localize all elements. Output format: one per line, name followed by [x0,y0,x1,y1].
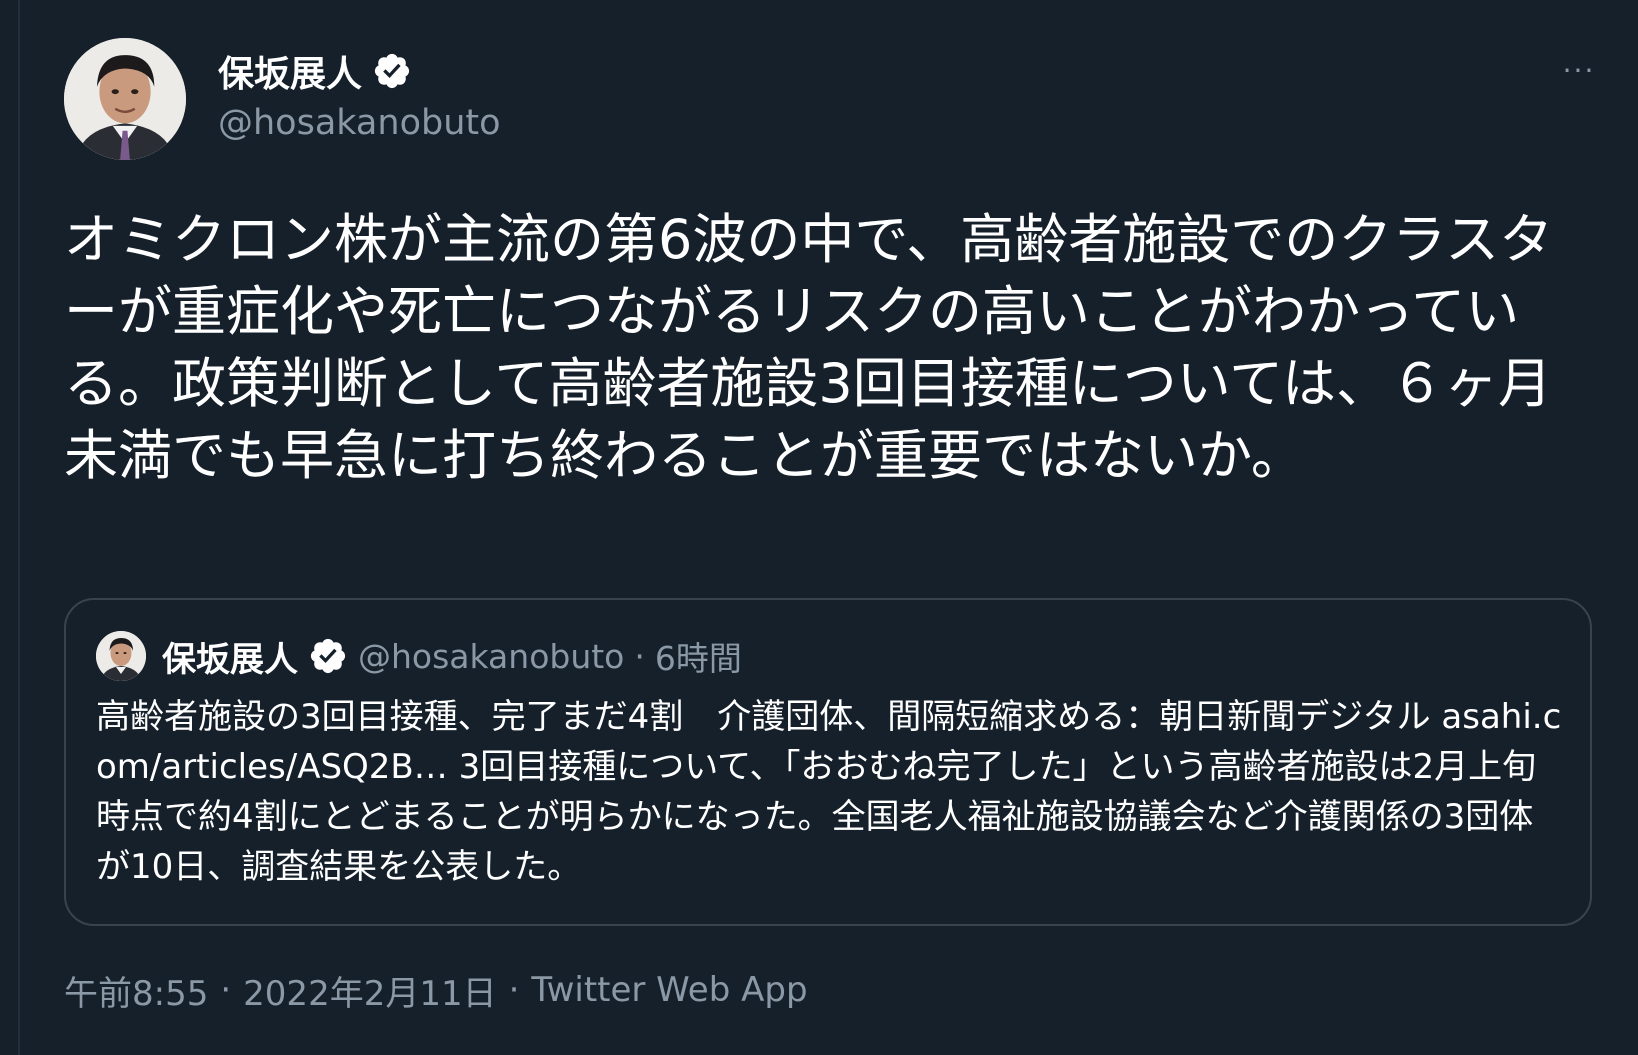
author-handle[interactable]: @hosakanobuto [218,98,501,148]
quoted-author-avatar [96,631,146,681]
more-horizontal-icon: ··· [1562,53,1596,87]
author-name-row: 保坂展人 [218,46,412,96]
timeline-left-border [18,0,20,1055]
quoted-text-before-link: 高齢者施設の3回目接種、完了まだ4割 介護団体、間隔短縮求める：朝日新聞デジタル [96,697,1442,737]
quoted-author-handle: @hosakanobuto [358,636,625,676]
tweet-source-link[interactable]: Twitter Web App [531,970,807,1010]
tweet-footer: 午前8:55 · 2022年2月11日 · Twitter Web App [64,966,808,1014]
author-avatar[interactable] [64,38,186,160]
person-portrait-icon [96,631,146,681]
verified-badge-icon [308,636,348,676]
footer-separator: · [508,970,520,1010]
quoted-tweet-card[interactable]: 保坂展人 @hosakanobuto · 6時間 高齢者施設の3回目接種、完了ま… [64,598,1592,926]
quoted-separator: · [634,636,645,676]
quoted-author-display-name: 保坂展人 [162,639,298,680]
quoted-tweet-header: 保坂展人 @hosakanobuto · 6時間 [96,630,742,682]
author-display-name[interactable]: 保坂展人 [218,45,362,97]
tweet-header: 保坂展人 @hosakanobuto ··· [64,38,1604,166]
footer-separator: · [220,970,232,1010]
tweet-date[interactable]: 2022年2月11日 [243,966,496,1015]
tweet-text: オミクロン株が主流の第6波の中で、高齢者施設でのクラスターが重症化や死亡につなが… [64,208,1554,487]
person-portrait-icon [64,38,186,160]
quoted-timestamp: 6時間 [654,639,742,678]
more-options-button[interactable]: ··· [1554,50,1604,90]
tweet-time[interactable]: 午前8:55 [64,966,208,1015]
quoted-tweet-text: 高齢者施設の3回目接種、完了まだ4割 介護団体、間隔短縮求める：朝日新聞デジタル… [96,692,1562,892]
verified-badge-icon [372,51,412,91]
